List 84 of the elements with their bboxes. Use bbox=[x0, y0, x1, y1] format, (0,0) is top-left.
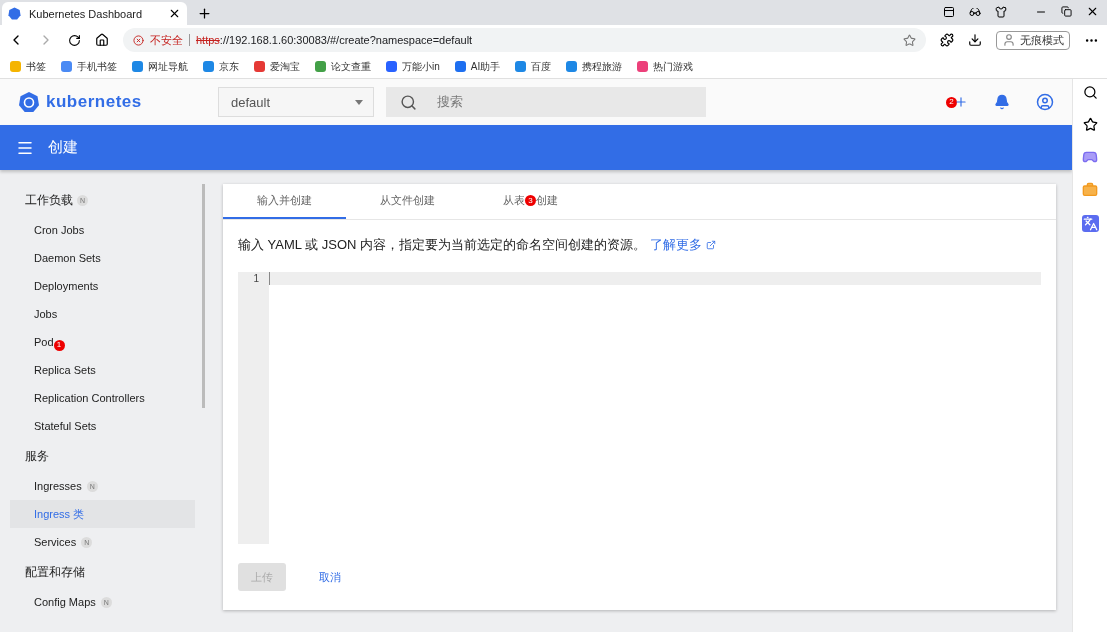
tab[interactable]: 输入并创建 bbox=[223, 184, 346, 220]
annotation-marker: 3 bbox=[525, 195, 536, 207]
nav-item-label: Daemon Sets bbox=[34, 252, 101, 264]
section-title: 服务 bbox=[25, 447, 49, 465]
nav-item[interactable]: Cron Jobs bbox=[10, 216, 195, 244]
cancel-button[interactable]: 取消 bbox=[306, 563, 354, 591]
restore-icon[interactable] bbox=[1061, 6, 1072, 17]
glasses-icon[interactable] bbox=[969, 5, 981, 18]
nav-item-label: Deployments bbox=[34, 280, 99, 292]
home-icon[interactable] bbox=[95, 33, 109, 47]
reload-icon[interactable] bbox=[68, 33, 81, 47]
nav-item-label: Ingress 类 bbox=[34, 506, 85, 522]
nav-item-label: Pod bbox=[34, 336, 54, 348]
warning-icon bbox=[133, 34, 144, 46]
download-icon[interactable] bbox=[968, 33, 982, 47]
url-scheme: https bbox=[196, 34, 220, 46]
bookmark-link[interactable]: 书签 bbox=[26, 59, 46, 74]
address-bar[interactable]: 不安全 https://192.168.1.60:30083/#/create?namespace=default bbox=[123, 28, 926, 52]
tab-panel-icon[interactable] bbox=[943, 5, 955, 18]
description-text: 输入 YAML 或 JSON 内容，指定要为当前选定的命名空间创建的资源。 bbox=[238, 236, 647, 255]
bookmark-link[interactable]: 京东 bbox=[219, 59, 239, 74]
nav-item[interactable]: Stateful Sets bbox=[10, 412, 195, 440]
search-field[interactable]: 搜索 bbox=[386, 87, 706, 117]
account-icon[interactable] bbox=[1036, 93, 1054, 111]
nav-item[interactable]: Deployments bbox=[10, 272, 195, 300]
avatar-icon bbox=[1002, 33, 1016, 47]
close-icon[interactable] bbox=[168, 7, 181, 20]
insecure-label: 不安全 bbox=[150, 32, 183, 48]
search-icon[interactable] bbox=[1082, 85, 1098, 100]
new-tab-icon[interactable] bbox=[197, 6, 212, 21]
bookmark-link[interactable]: 手机书签 bbox=[77, 59, 117, 74]
nav-item[interactable]: Ingress 类 bbox=[10, 500, 195, 528]
bookmark-link[interactable]: 爱淘宝 bbox=[270, 59, 300, 74]
nav-item[interactable]: Replica Sets bbox=[10, 356, 195, 384]
url-text: ://192.168.1.60:30083/#/create?namespace=default bbox=[219, 34, 474, 46]
nav-item-label: Config Maps bbox=[34, 596, 96, 608]
annotation-marker: 1 bbox=[53, 339, 65, 351]
tab-label: 输入并创建 bbox=[257, 193, 312, 209]
section-title: 工作负载 bbox=[25, 191, 73, 209]
nav-item-label: Stateful Sets bbox=[34, 420, 97, 432]
annotation-marker: 2 bbox=[946, 96, 957, 108]
page-title: 创建 bbox=[48, 138, 78, 157]
learn-more-link[interactable]: 了解更多 bbox=[650, 236, 703, 255]
tab[interactable]: 从文件创建 bbox=[346, 184, 469, 220]
tab[interactable]: 从表 3 创建 bbox=[469, 184, 592, 220]
notifications-icon[interactable] bbox=[994, 94, 1010, 110]
code-editor[interactable]: 1 bbox=[238, 272, 1041, 544]
namespace-select[interactable]: default bbox=[218, 87, 374, 117]
nav-item-label: Replica Sets bbox=[34, 364, 96, 376]
search-icon bbox=[400, 93, 417, 111]
nav-item[interactable]: Jobs bbox=[10, 300, 195, 328]
external-link-icon bbox=[706, 240, 717, 251]
translate-icon[interactable] bbox=[1081, 215, 1099, 232]
bookmark-link[interactable]: 万能小in bbox=[402, 59, 440, 74]
nav-item[interactable]: Pod 1 bbox=[10, 328, 195, 356]
nav-item[interactable]: Daemon Sets bbox=[10, 244, 195, 272]
profile-button[interactable]: 无痕模式 bbox=[996, 30, 1070, 50]
bookmark-link[interactable]: 论文查重 bbox=[331, 59, 371, 74]
close-icon[interactable] bbox=[1086, 5, 1099, 18]
bookmark-link[interactable]: 携程旅游 bbox=[582, 59, 623, 74]
tab-label: 从表 bbox=[503, 193, 525, 209]
section-title: 配置和存储 bbox=[25, 563, 85, 581]
favorite-icon[interactable] bbox=[903, 33, 916, 47]
bookmark-link[interactable]: AI助手 bbox=[470, 59, 501, 74]
nav-item-label: Cron Jobs bbox=[34, 224, 85, 236]
tab-label: 从文件创建 bbox=[380, 193, 435, 209]
nav-item[interactable]: Replication Controllers bbox=[10, 384, 195, 412]
browser-tab[interactable]: Kubernetes Dashboard bbox=[2, 2, 187, 25]
tab-title: Kubernetes Dashboard bbox=[29, 7, 144, 20]
gamepad-icon[interactable] bbox=[1082, 149, 1098, 165]
favorites-icon[interactable] bbox=[1082, 117, 1098, 132]
bookmark-link[interactable]: 热门游戏 bbox=[653, 59, 694, 74]
brand-name: kubernetes bbox=[46, 92, 143, 112]
extensions-icon[interactable] bbox=[940, 33, 954, 47]
nav-item-label: Ingresses bbox=[34, 480, 82, 492]
nav-item-label: Services bbox=[34, 536, 77, 548]
nav-item-label: Replication Controllers bbox=[34, 392, 145, 404]
bookmark-link[interactable]: 网址导航 bbox=[148, 59, 188, 74]
tab-label: 创建 bbox=[536, 193, 558, 209]
nav-item-label: Jobs bbox=[34, 308, 58, 320]
bookmark-link[interactable]: 百度 bbox=[531, 59, 552, 74]
shirt-icon[interactable] bbox=[995, 5, 1007, 18]
line-number: 1 bbox=[253, 272, 260, 286]
create-icon[interactable] bbox=[954, 95, 968, 109]
